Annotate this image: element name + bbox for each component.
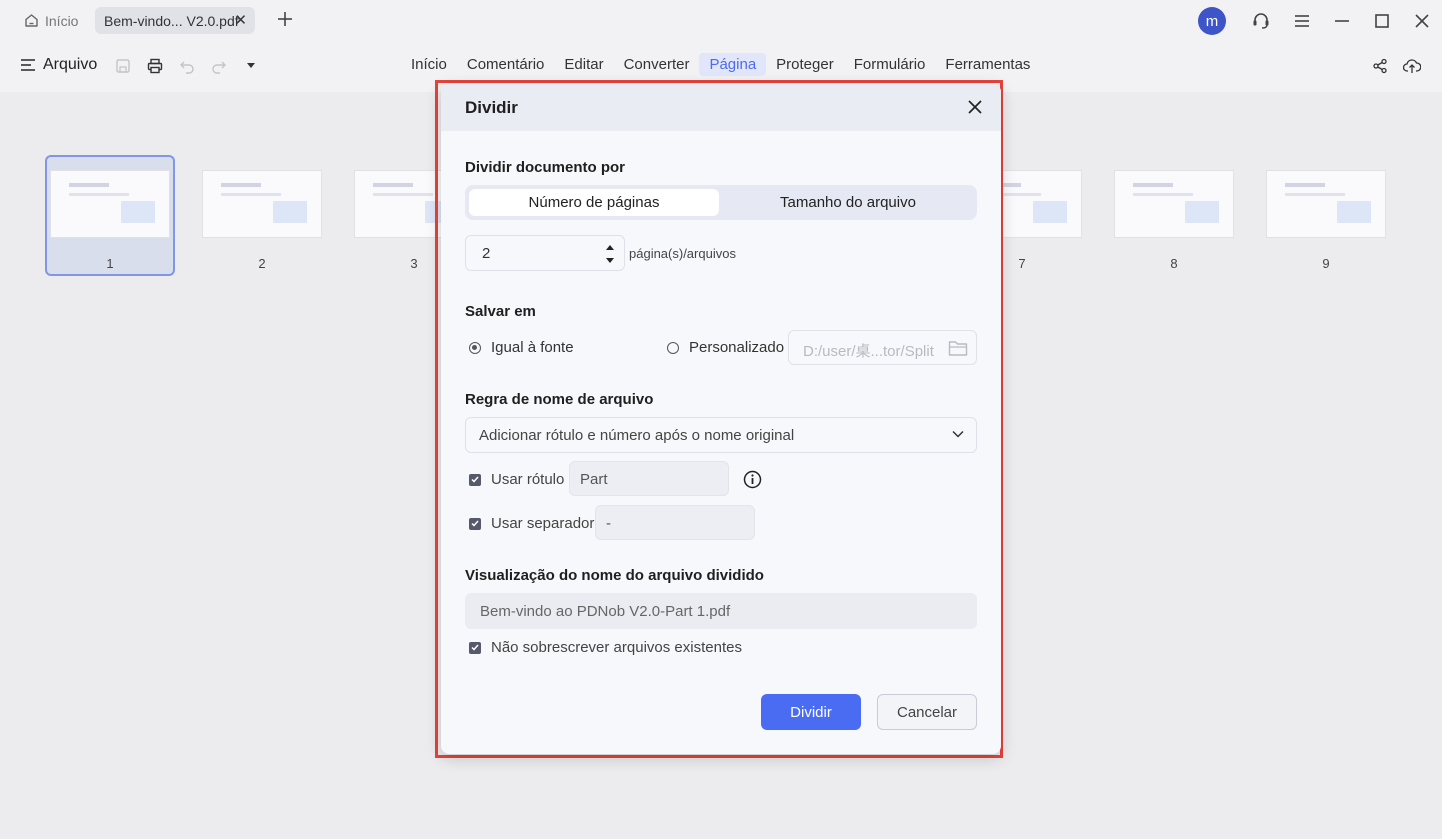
menu-editar[interactable]: Editar bbox=[554, 53, 613, 76]
page-number: 2 bbox=[258, 256, 266, 271]
dialog-title: Dividir bbox=[465, 98, 518, 117]
checkbox-checked-icon bbox=[469, 641, 481, 654]
main-menu: Início Comentário Editar Converter Págin… bbox=[401, 53, 1040, 76]
split-filename-preview: Bem-vindo ao PDNob V2.0-Part 1.pdf bbox=[465, 593, 977, 629]
tab-document-label: Bem-vindo... V2.0.pdf bbox=[104, 12, 239, 29]
checkbox-checked-icon bbox=[469, 473, 481, 486]
info-icon[interactable] bbox=[743, 470, 762, 489]
separator-input-value: - bbox=[606, 515, 611, 532]
custom-path-input[interactable]: D:/user/桌...tor/Split bbox=[788, 330, 977, 365]
radio-selected-icon bbox=[469, 341, 481, 354]
menu-converter[interactable]: Converter bbox=[614, 53, 700, 76]
undo-icon[interactable] bbox=[179, 58, 195, 74]
title-bar: Início Bem-vindo... V2.0.pdf ✕ m bbox=[0, 0, 1442, 40]
use-separator-text: Usar separador bbox=[491, 515, 595, 532]
tab-home[interactable]: Início bbox=[16, 7, 84, 34]
preview-heading: Visualização do nome do arquivo dividido bbox=[465, 567, 764, 584]
menu-inicio[interactable]: Início bbox=[401, 53, 457, 76]
split-dialog: Dividir Dividir documento por Número de … bbox=[441, 84, 1001, 754]
maximize-icon[interactable] bbox=[1372, 11, 1392, 31]
save-same-source-label: Igual à fonte bbox=[491, 339, 574, 356]
filename-rule-select[interactable]: Adicionar rótulo e número após o nome or… bbox=[465, 417, 977, 453]
pages-per-file-value: 2 bbox=[482, 245, 491, 262]
cancel-button[interactable]: Cancelar bbox=[877, 694, 977, 730]
use-separator-checkbox[interactable]: Usar separador bbox=[469, 515, 594, 532]
close-window-icon[interactable] bbox=[1412, 11, 1432, 31]
hamburger-icon bbox=[21, 59, 35, 71]
share-icon[interactable] bbox=[1372, 58, 1388, 74]
tab-home-label: Início bbox=[45, 12, 79, 29]
menu-formulario[interactable]: Formulário bbox=[844, 53, 936, 76]
menu-ferramentas[interactable]: Ferramentas bbox=[935, 53, 1040, 76]
avatar-letter: m bbox=[1205, 12, 1219, 30]
menu-icon[interactable] bbox=[1292, 11, 1312, 31]
home-icon bbox=[25, 14, 38, 27]
quick-access-dropdown-icon[interactable] bbox=[246, 62, 256, 70]
menu-comentario[interactable]: Comentário bbox=[457, 53, 555, 76]
file-menu-label: Arquivo bbox=[43, 56, 98, 73]
close-tab-icon[interactable]: ✕ bbox=[234, 11, 247, 29]
no-overwrite-checkbox[interactable]: Não sobrescrever arquivos existentes bbox=[469, 639, 742, 656]
menu-proteger[interactable]: Proteger bbox=[766, 53, 844, 76]
split-filename-preview-value: Bem-vindo ao PDNob V2.0-Part 1.pdf bbox=[480, 603, 731, 620]
split-by-size-option[interactable]: Tamanho do arquivo bbox=[723, 189, 973, 216]
pages-per-file-stepper[interactable]: 2 bbox=[465, 235, 625, 271]
split-by-heading: Dividir documento por bbox=[465, 159, 626, 176]
minimize-icon[interactable] bbox=[1332, 11, 1352, 31]
pages-per-file-unit: página(s)/arquivos bbox=[629, 246, 736, 261]
label-input[interactable]: Part bbox=[569, 461, 729, 496]
save-same-source-radio[interactable]: Igual à fonte bbox=[469, 339, 574, 356]
save-in-heading: Salvar em bbox=[465, 303, 536, 320]
use-label-text: Usar rótulo bbox=[491, 471, 565, 488]
chevron-down-icon bbox=[952, 430, 964, 438]
radio-unselected-icon bbox=[667, 341, 679, 354]
split-by-pages-option[interactable]: Número de páginas bbox=[469, 189, 719, 216]
use-label-checkbox[interactable]: Usar rótulo bbox=[469, 471, 564, 488]
stepper-arrows-icon[interactable] bbox=[605, 242, 615, 266]
new-tab-icon[interactable] bbox=[275, 9, 295, 29]
split-button[interactable]: Dividir bbox=[761, 694, 861, 730]
file-menu[interactable]: Arquivo bbox=[20, 56, 97, 74]
folder-icon[interactable] bbox=[948, 339, 968, 357]
page-number: 1 bbox=[106, 256, 114, 271]
redo-icon[interactable] bbox=[211, 58, 227, 74]
close-dialog-icon[interactable] bbox=[968, 100, 982, 114]
page-thumbnail[interactable] bbox=[202, 170, 322, 238]
page-number: 9 bbox=[1322, 256, 1330, 271]
separator-input[interactable]: - bbox=[595, 505, 755, 540]
filename-rule-value: Adicionar rótulo e número após o nome or… bbox=[479, 427, 795, 444]
checkbox-checked-icon bbox=[469, 517, 481, 530]
custom-path-placeholder: D:/user/桌...tor/Split bbox=[803, 343, 934, 360]
save-custom-radio[interactable]: Personalizado bbox=[667, 339, 784, 356]
support-icon[interactable] bbox=[1251, 11, 1271, 31]
page-thumbnail[interactable] bbox=[1114, 170, 1234, 238]
save-custom-label: Personalizado bbox=[689, 339, 785, 356]
cloud-upload-icon[interactable] bbox=[1403, 58, 1421, 74]
dialog-header: Dividir bbox=[441, 84, 1001, 131]
page-thumbnail[interactable] bbox=[50, 170, 170, 238]
page-number: 8 bbox=[1170, 256, 1178, 271]
tab-document[interactable]: Bem-vindo... V2.0.pdf ✕ bbox=[95, 7, 255, 34]
avatar[interactable]: m bbox=[1198, 7, 1226, 35]
save-icon[interactable] bbox=[115, 58, 131, 74]
split-mode-segmented-control: Número de páginas Tamanho do arquivo bbox=[465, 185, 977, 220]
page-thumbnail[interactable] bbox=[1266, 170, 1386, 238]
filename-rule-heading: Regra de nome de arquivo bbox=[465, 391, 654, 408]
menu-pagina[interactable]: Página bbox=[699, 53, 767, 76]
print-icon[interactable] bbox=[147, 58, 163, 74]
label-input-value: Part bbox=[580, 471, 608, 488]
no-overwrite-text: Não sobrescrever arquivos existentes bbox=[491, 639, 742, 656]
